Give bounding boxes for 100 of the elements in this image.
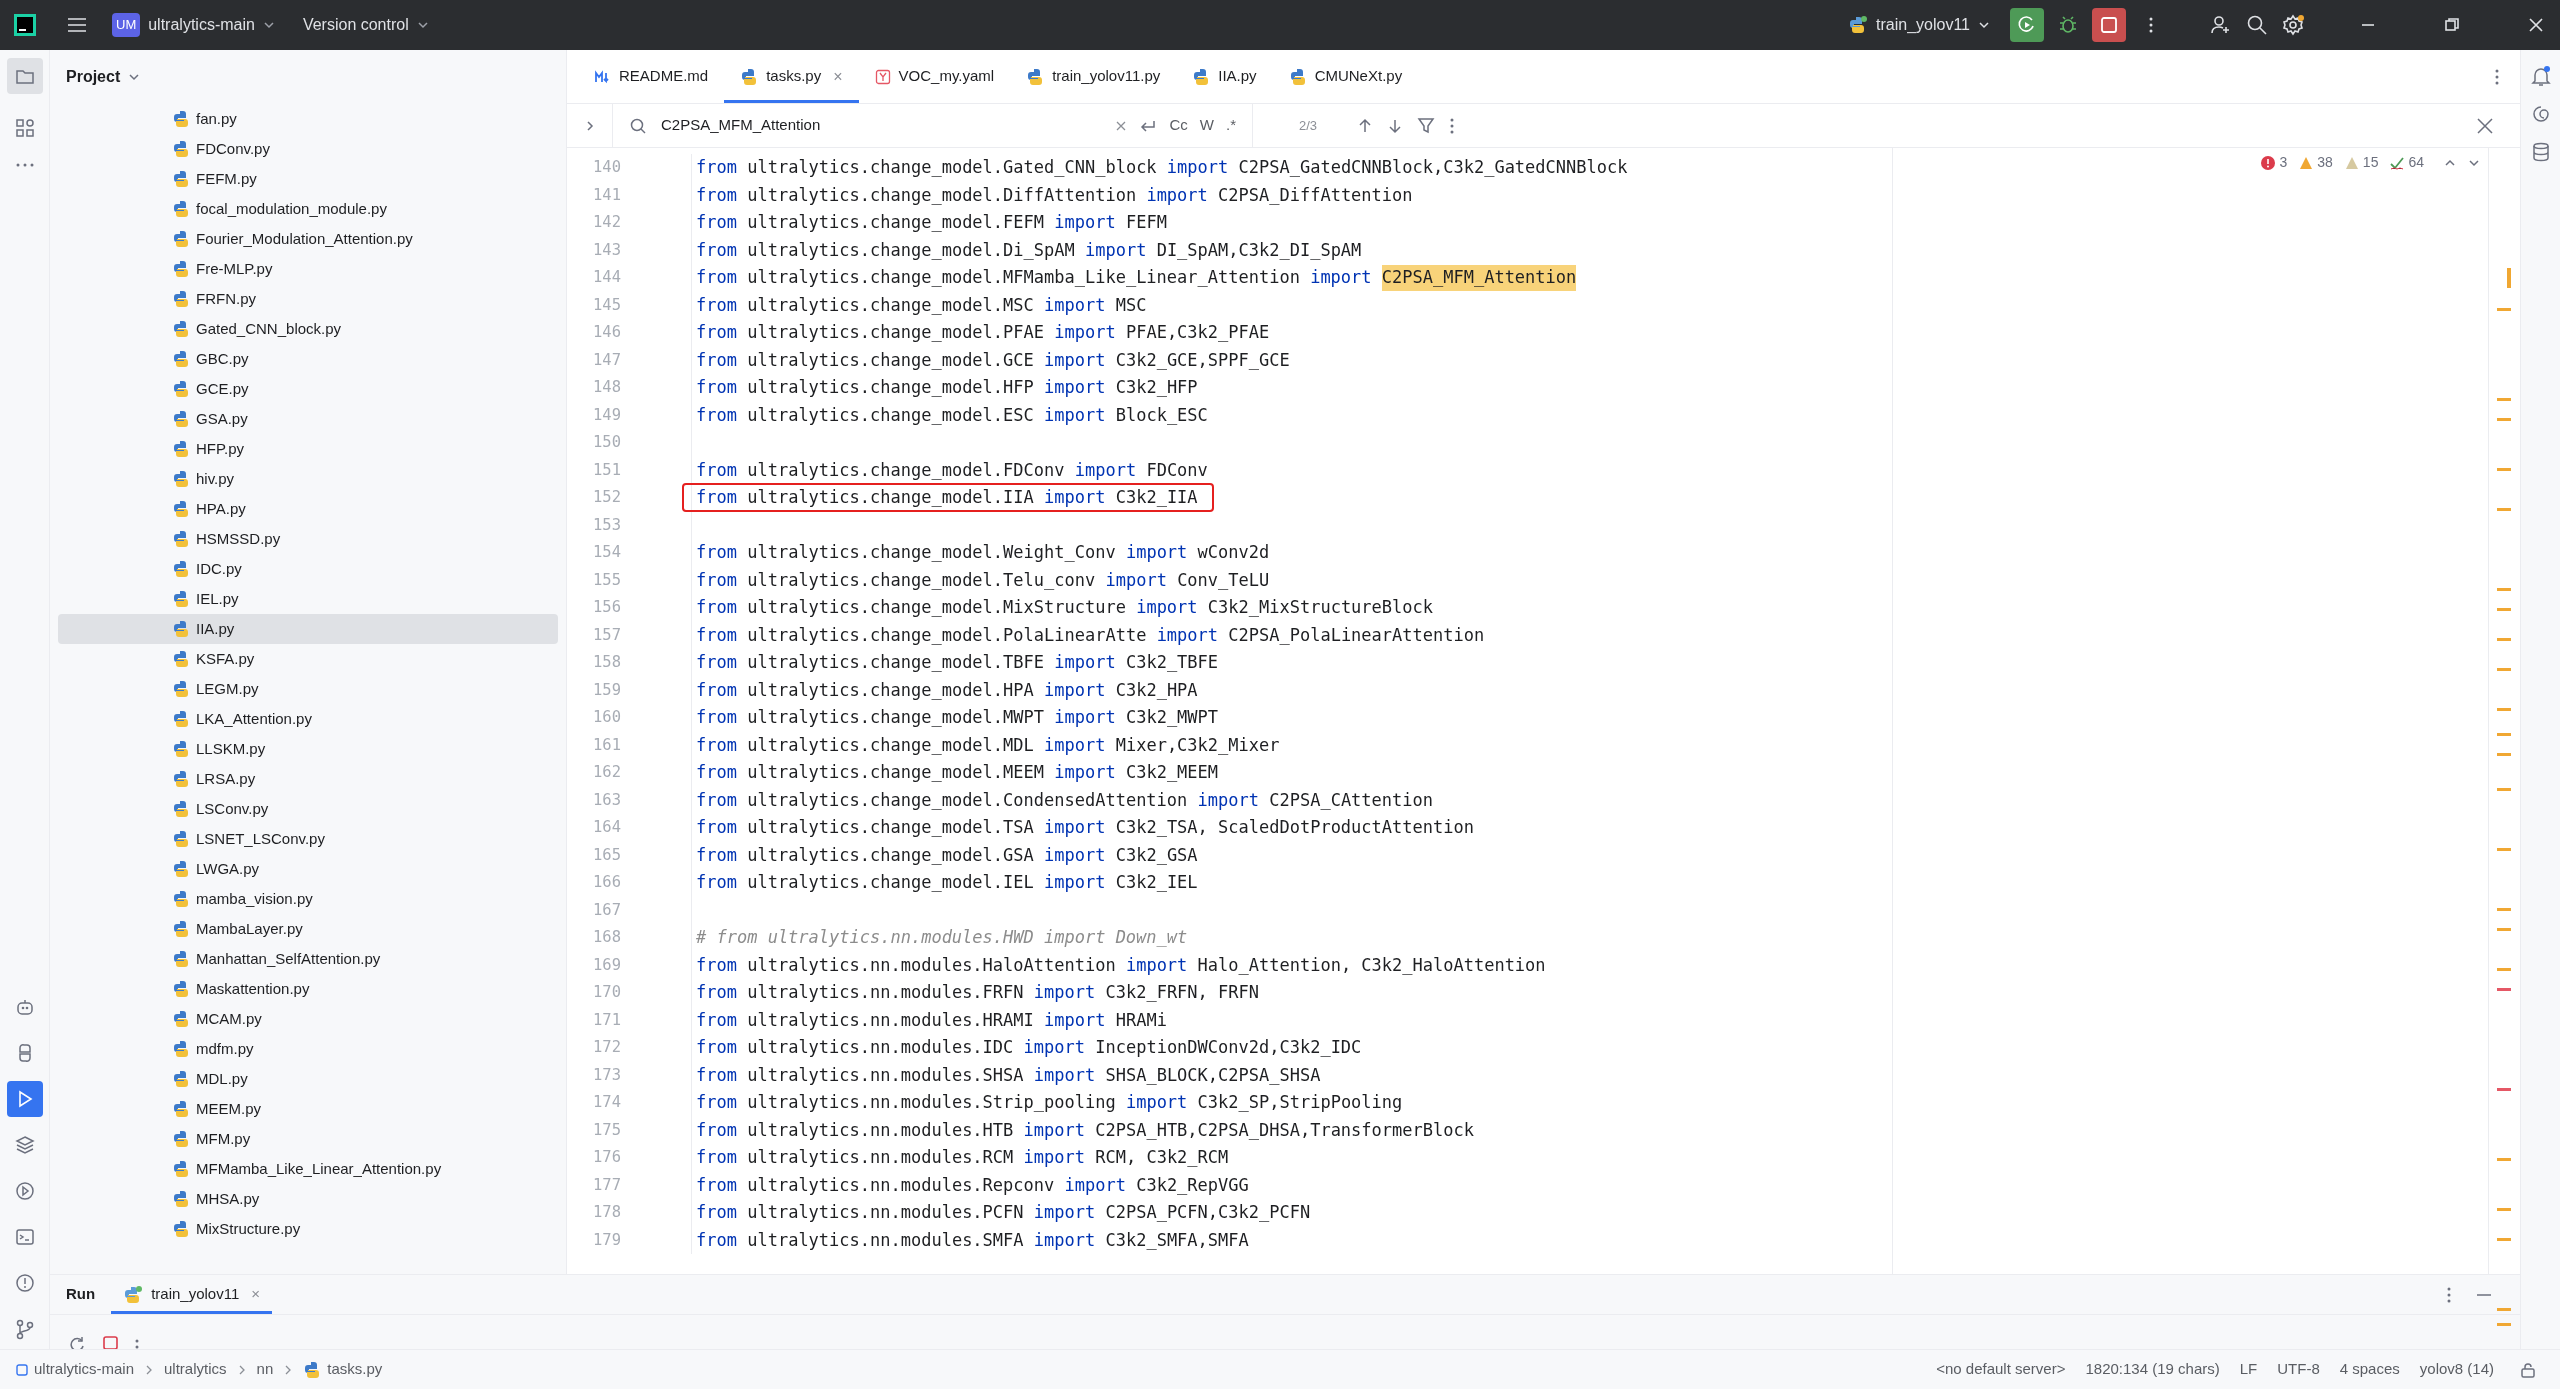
rerun-button[interactable]: [2010, 8, 2044, 42]
search-icon[interactable]: [2246, 14, 2268, 36]
stop-button[interactable]: [2092, 8, 2126, 42]
status-item[interactable]: <no default server>: [1926, 1358, 2076, 1381]
file-tree-item[interactable]: LSConv.py: [58, 794, 558, 824]
structure-icon[interactable]: [14, 118, 35, 138]
ai-assistant-icon[interactable]: [2530, 104, 2551, 124]
file-tree-item[interactable]: LWGA.py: [58, 854, 558, 884]
error-count[interactable]: 3: [2261, 152, 2288, 173]
search-field[interactable]: C2PSA_MFM_Attention Cc W .*: [613, 104, 1253, 147]
git-branch-icon[interactable]: [14, 1319, 35, 1341]
file-tree-item[interactable]: mamba_vision.py: [58, 884, 558, 914]
file-tree-item[interactable]: Fre-MLP.py: [58, 254, 558, 284]
status-item[interactable]: yolov8 (14): [2409, 1358, 2504, 1381]
file-tree-item[interactable]: GSA.py: [58, 404, 558, 434]
file-tree-item[interactable]: FRFN.py: [58, 284, 558, 314]
debug-button[interactable]: [2058, 15, 2078, 35]
status-item[interactable]: 4 spaces: [2329, 1358, 2410, 1381]
editor-tab[interactable]: tasks.py ×: [724, 50, 859, 103]
file-tree-item[interactable]: IDC.py: [58, 554, 558, 584]
typo-count[interactable]: 64: [2390, 152, 2424, 173]
file-tree-item[interactable]: MFMamba_Like_Linear_Attention.py: [58, 1154, 558, 1184]
more-icon[interactable]: [2494, 67, 2500, 86]
run-configuration-selector[interactable]: train_yolov11: [1840, 7, 1998, 43]
project-view-selector[interactable]: Project: [66, 65, 141, 89]
file-tree-item[interactable]: LKA_Attention.py: [58, 704, 558, 734]
settings-icon[interactable]: [2282, 14, 2304, 36]
lock-icon[interactable]: [2520, 1361, 2536, 1378]
file-tree-item[interactable]: MEEM.py: [58, 1094, 558, 1124]
file-tree-item[interactable]: FEFM.py: [58, 164, 558, 194]
file-tree-item[interactable]: MHSA.py: [58, 1184, 558, 1214]
editor-tab[interactable]: VOC_my.yaml: [858, 50, 1011, 103]
file-tree-item[interactable]: HFP.py: [58, 434, 558, 464]
regex-toggle[interactable]: .*: [1226, 114, 1236, 137]
clear-icon[interactable]: [1115, 119, 1128, 132]
more-icon[interactable]: [2148, 16, 2154, 34]
editor-tab[interactable]: CMUNeXt.py: [1272, 50, 1419, 103]
file-tree-item[interactable]: MDL.py: [58, 1064, 558, 1094]
add-user-icon[interactable]: [2210, 14, 2232, 36]
file-tree-item[interactable]: MCAM.py: [58, 1004, 558, 1034]
file-tree-item[interactable]: HSMSSD.py: [58, 524, 558, 554]
problems-icon[interactable]: [14, 1273, 35, 1293]
terminal-icon[interactable]: [14, 1227, 35, 1247]
file-tree-item[interactable]: MFM.py: [58, 1124, 558, 1154]
run-tool-button[interactable]: [6, 1081, 43, 1117]
file-tree-item[interactable]: hiv.py: [58, 464, 558, 494]
version-control-menu[interactable]: Version control: [290, 7, 441, 43]
file-tree-item[interactable]: LLSKM.py: [58, 734, 558, 764]
file-tree-item[interactable]: FDConv.py: [58, 134, 558, 164]
layers-icon[interactable]: [14, 1135, 35, 1155]
file-tree-item[interactable]: Maskattention.py: [58, 974, 558, 1004]
breadcrumb[interactable]: nn: [256, 1358, 274, 1381]
notifications-icon[interactable]: [2530, 66, 2551, 86]
services-icon[interactable]: [14, 1181, 35, 1201]
project-tool-button[interactable]: [6, 58, 43, 94]
file-tree-item[interactable]: MambaLayer.py: [58, 914, 558, 944]
match-case-toggle[interactable]: Cc: [1169, 114, 1188, 137]
arrow-down-icon[interactable]: [1387, 117, 1404, 134]
file-tree-item[interactable]: fan.py: [58, 104, 558, 134]
database-icon[interactable]: [2530, 142, 2551, 162]
file-tree-item[interactable]: LSNET_LSConv.py: [58, 824, 558, 854]
file-tree-item[interactable]: Fourier_Modulation_Attention.py: [58, 224, 558, 254]
file-tree-item[interactable]: LRSA.py: [58, 764, 558, 794]
code-line: from ultralytics.nn.modules.IDC import InceptionDWConv2d,C3k2_IDC: [695, 1036, 1363, 1059]
status-item[interactable]: LF: [2229, 1358, 2268, 1381]
file-tree-item[interactable]: focal_modulation_module.py: [58, 194, 558, 224]
editor-tab[interactable]: IIA.py: [1176, 50, 1273, 103]
repository-switcher[interactable]: UM ultralytics-main: [104, 7, 283, 43]
more-icon[interactable]: [134, 1338, 140, 1349]
close-icon[interactable]: [2476, 116, 2494, 135]
file-tree-item[interactable]: Gated_CNN_block.py: [58, 314, 558, 344]
file-tree-item[interactable]: HPA.py: [58, 494, 558, 524]
warning-count[interactable]: 38: [2299, 152, 2333, 173]
status-item[interactable]: 1820:134 (19 chars): [2075, 1358, 2230, 1381]
file-tree-item[interactable]: GCE.py: [58, 374, 558, 404]
run-tab[interactable]: train_yolov11 ×: [111, 1275, 273, 1314]
status-item[interactable]: UTF-8: [2267, 1358, 2330, 1381]
more-icon[interactable]: [1449, 116, 1456, 135]
weak-warning-count[interactable]: 15: [2344, 152, 2379, 173]
rerun-icon[interactable]: [68, 1335, 86, 1349]
more-icon[interactable]: [2446, 1285, 2452, 1304]
breadcrumb[interactable]: ultralytics-main: [16, 1358, 135, 1381]
python-file-icon: [172, 1040, 190, 1058]
file-tree-item[interactable]: Manhattan_SelfAttention.py: [58, 944, 558, 974]
breadcrumb[interactable]: ultralytics: [164, 1358, 227, 1381]
editor-tab[interactable]: README.md: [579, 50, 725, 103]
file-tree-item[interactable]: mdfm.py: [58, 1034, 558, 1064]
file-tree-item[interactable]: IIA.py: [58, 614, 558, 644]
stop-icon[interactable]: [102, 1335, 118, 1349]
robot-icon[interactable]: [14, 997, 35, 1017]
file-tree-item[interactable]: GBC.py: [58, 344, 558, 374]
filter-icon[interactable]: [1417, 116, 1436, 135]
file-tree-item[interactable]: MixStructure.py: [58, 1214, 558, 1244]
file-tree-item[interactable]: KSFA.py: [58, 644, 558, 674]
breadcrumb[interactable]: tasks.py: [303, 1358, 383, 1381]
file-tree-item[interactable]: LEGM.py: [58, 674, 558, 704]
file-tree-item[interactable]: IEL.py: [58, 584, 558, 614]
restore-icon[interactable]: [2444, 17, 2460, 33]
editor-tab[interactable]: train_yolov11.py: [1010, 50, 1177, 103]
words-toggle[interactable]: W: [1199, 114, 1214, 137]
